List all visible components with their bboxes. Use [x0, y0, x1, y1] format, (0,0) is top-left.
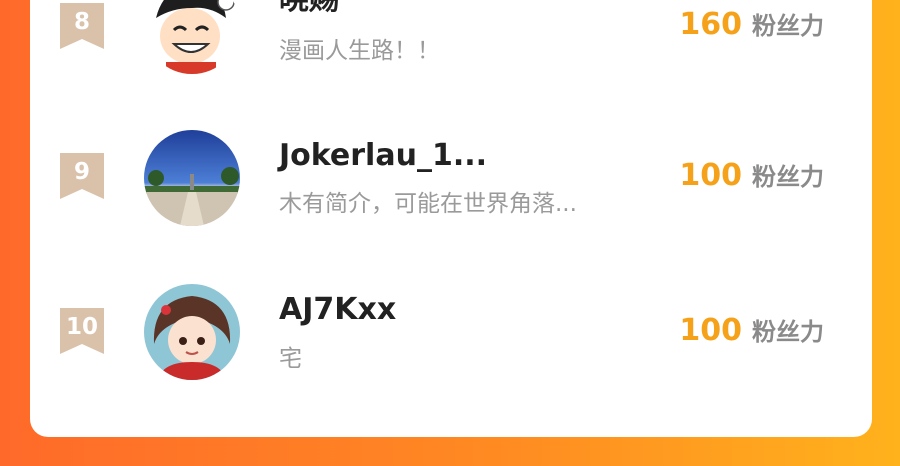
fan-power-score: 160 粉丝力 — [679, 6, 824, 42]
score-value: 160 — [679, 7, 742, 42]
score-unit: 粉丝力 — [752, 318, 824, 346]
rank-badge: 9 — [60, 153, 104, 199]
user-name[interactable]: Jokerlau_1... — [279, 138, 487, 173]
fan-power-score: 100 粉丝力 — [679, 157, 824, 193]
rank-badge: 10 — [60, 308, 104, 354]
fan-power-score: 100 粉丝力 — [679, 312, 824, 348]
score-unit: 粉丝力 — [752, 12, 824, 40]
rank-badge: 8 — [60, 3, 104, 49]
list-item[interactable]: 10 AJ7Kxx 宅 100 粉丝力 — [30, 280, 872, 390]
list-item[interactable]: 8 晓赐 漫画人生路！！ 160 粉丝力 — [30, 0, 872, 90]
user-bio: 宅 — [279, 346, 302, 372]
rank-number: 9 — [73, 159, 90, 185]
rank-number: 10 — [65, 314, 98, 340]
user-name[interactable]: AJ7Kxx — [279, 292, 396, 327]
avatar[interactable] — [144, 284, 240, 380]
user-name[interactable]: 晓赐 — [279, 0, 339, 18]
avatar[interactable] — [144, 130, 240, 226]
user-bio: 木有简介，可能在世界角落... — [279, 191, 577, 217]
score-unit: 粉丝力 — [752, 163, 824, 191]
user-bio: 漫画人生路！！ — [279, 38, 440, 64]
score-value: 100 — [679, 313, 742, 348]
leaderboard-card: 8 晓赐 漫画人生路！！ 160 粉丝力 9 — [30, 0, 872, 437]
rank-number: 8 — [73, 9, 90, 35]
score-value: 100 — [679, 158, 742, 193]
list-item[interactable]: 9 Jokerlau_1... 木有简介，可能在世界角落... 100 粉丝力 — [30, 125, 872, 235]
avatar[interactable] — [144, 0, 240, 74]
